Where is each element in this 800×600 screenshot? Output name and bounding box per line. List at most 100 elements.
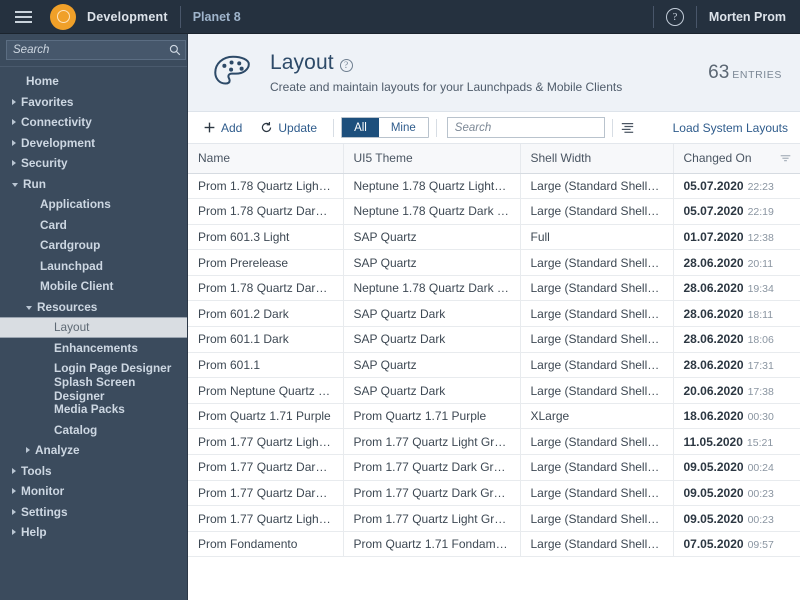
cell-shell-width: Large (Standard Shell Width) xyxy=(520,198,674,225)
search-input[interactable] xyxy=(13,44,169,56)
update-button[interactable]: Update xyxy=(251,116,326,140)
cell-changed-on: 05.07.2020 22:19 xyxy=(673,198,800,225)
cell-changed-on: 01.07.2020 12:38 xyxy=(673,224,800,251)
chevron-right-icon[interactable] xyxy=(12,488,16,495)
column-header-name[interactable]: Name xyxy=(188,144,344,174)
sidebar-item-label: Launchpad xyxy=(40,258,103,273)
chevron-right-icon[interactable] xyxy=(12,139,16,146)
table-row[interactable]: Prom 1.77 Quartz Dark Gre… Prom 1.77 Quar… xyxy=(188,480,800,507)
chevron-right-icon[interactable] xyxy=(12,160,16,167)
table-search-box[interactable] xyxy=(446,117,611,138)
sidebar-item-resources[interactable]: Resources xyxy=(0,297,187,318)
sidebar-item-enhancements[interactable]: Enhancements xyxy=(0,338,187,359)
add-button[interactable]: Add xyxy=(194,116,251,140)
sidebar-item-help[interactable]: Help xyxy=(0,522,187,543)
sidebar-item-catalog[interactable]: Catalog xyxy=(0,420,187,441)
changed-on-date: 07.05.2020 xyxy=(683,537,744,552)
brand-logo-icon[interactable] xyxy=(50,3,76,30)
hamburger-icon[interactable] xyxy=(6,0,40,34)
sidebar: Home Favorites Connectivity Development Secu… xyxy=(0,34,224,600)
sidebar-item-analyze[interactable]: Analyze xyxy=(0,440,187,461)
table-row[interactable]: Prom Neptune Quartz Dark SAP Quartz Dark L… xyxy=(188,377,800,404)
sidebar-item-label: Media Packs xyxy=(54,402,125,417)
sidebar-item-run[interactable]: Run xyxy=(0,174,187,195)
table-row[interactable]: Prom 601.1 SAP Quartz Large (Standard Shel… xyxy=(188,352,800,379)
table-row[interactable]: Prom 1.77 Quartz Dark Gre… Prom 1.77 Quar… xyxy=(188,454,800,481)
table-search-input[interactable] xyxy=(454,121,611,134)
sidebar-item-splash-screen-designer[interactable]: Splash Screen Designer xyxy=(0,375,187,403)
cell-name: Prom 1.78 Quartz Dark Blu… xyxy=(188,275,344,302)
chevron-right-icon[interactable] xyxy=(12,119,16,126)
help-icon[interactable]: ? xyxy=(665,7,684,26)
sidebar-item-label: Card xyxy=(40,217,67,232)
chevron-down-icon[interactable] xyxy=(26,305,32,310)
layout-table-container[interactable]: Name UI5 Theme Shell Width Changed On Pr… xyxy=(188,144,800,600)
toolbar-divider-3 xyxy=(611,118,613,137)
changed-on-date: 28.06.2020 xyxy=(683,281,744,296)
cell-name: Prom Fondamento xyxy=(188,531,344,558)
table-row[interactable]: Prom 1.77 Quartz Light Gre… Prom 1.77 Qua… xyxy=(188,505,800,532)
filter-mine-button[interactable]: Mine xyxy=(378,118,428,137)
sidebar-item-security[interactable]: Security xyxy=(0,153,187,174)
plus-icon xyxy=(204,122,215,133)
cell-shell-width: Large (Standard Shell Width) xyxy=(520,326,674,353)
chevron-down-icon[interactable] xyxy=(12,182,18,187)
sidebar-search-box[interactable] xyxy=(6,40,186,60)
table-row[interactable]: Prom Quartz 1.71 Purple Prom Quartz 1.71 … xyxy=(188,403,800,430)
sidebar-item-label: Analyze xyxy=(35,443,80,458)
sidebar-item-monitor[interactable]: Monitor xyxy=(0,481,187,502)
chevron-right-icon[interactable] xyxy=(12,529,16,536)
sidebar-item-label: Development xyxy=(21,135,96,150)
cell-shell-width: Full xyxy=(520,224,674,251)
load-system-layouts-link[interactable]: Load System Layouts xyxy=(673,121,788,135)
sidebar-item-card[interactable]: Card xyxy=(0,215,187,236)
sidebar-item-favorites[interactable]: Favorites xyxy=(0,92,187,113)
column-header-shell-width[interactable]: Shell Width xyxy=(520,144,674,174)
project-name[interactable]: Planet 8 xyxy=(193,10,241,24)
table-row[interactable]: Prom Fondamento Prom Quartz 1.71 Fondamen… xyxy=(188,531,800,558)
column-header-theme[interactable]: UI5 Theme xyxy=(343,144,521,174)
sidebar-item-mobile-client[interactable]: Mobile Client xyxy=(0,276,187,297)
table-row[interactable]: Prom 1.78 Quartz Light Blue Neptune 1.78 … xyxy=(188,173,800,200)
filter-icon[interactable] xyxy=(780,154,791,163)
sidebar-item-applications[interactable]: Applications xyxy=(0,194,187,215)
table-row[interactable]: Prom 1.78 Quartz Dark Blue Neptune 1.78 Q… xyxy=(188,198,800,225)
cell-name: Prom 1.78 Quartz Dark Blue xyxy=(188,198,344,225)
chevron-right-icon[interactable] xyxy=(12,98,16,105)
sidebar-item-launchpad[interactable]: Launchpad xyxy=(0,256,187,277)
brand-name[interactable]: Development xyxy=(87,10,168,24)
sidebar-item-label: Home xyxy=(26,74,59,89)
sidebar-item-cardgroup[interactable]: Cardgroup xyxy=(0,235,187,256)
page-title-help-icon[interactable]: ? xyxy=(339,58,353,72)
sidebar-item-label: Enhancements xyxy=(54,340,138,355)
table-row[interactable]: Prom Prerelease SAP Quartz Large (Standard… xyxy=(188,249,800,276)
sidebar-item-home[interactable]: Home xyxy=(0,71,187,92)
cell-theme: SAP Quartz Dark xyxy=(343,326,521,353)
column-settings-icon[interactable] xyxy=(620,121,635,135)
toolbar-divider-2 xyxy=(435,118,437,137)
sidebar-item-development[interactable]: Development xyxy=(0,133,187,154)
sidebar-item-layout[interactable]: Layout xyxy=(0,317,187,338)
column-header-changed-on[interactable]: Changed On xyxy=(673,144,800,174)
cell-changed-on: 07.05.2020 09:57 xyxy=(673,531,800,558)
table-row[interactable]: Prom 1.77 Quartz Light Gre… Prom 1.77 Qua… xyxy=(188,428,800,456)
sidebar-item-connectivity[interactable]: Connectivity xyxy=(0,112,187,133)
table-row[interactable]: Prom 601.1 Dark SAP Quartz Dark Large (Sta… xyxy=(188,326,800,353)
filter-segmented-control: All Mine xyxy=(341,117,429,138)
sidebar-item-tools[interactable]: Tools xyxy=(0,461,187,482)
cell-theme: SAP Quartz xyxy=(343,352,521,379)
table-row[interactable]: Prom 1.78 Quartz Dark Blu… Neptune 1.78 Q… xyxy=(188,275,800,302)
sidebar-item-settings[interactable]: Settings xyxy=(0,502,187,523)
filter-all-button[interactable]: All xyxy=(342,118,379,137)
cell-theme: SAP Quartz Dark xyxy=(343,300,521,328)
table-row[interactable]: Prom 601.3 Light SAP Quartz Full 01.07.2020… xyxy=(188,224,800,251)
cell-name: Prom 601.1 xyxy=(188,352,344,379)
table-row[interactable]: Prom 601.2 Dark SAP Quartz Dark Large (Sta… xyxy=(188,300,800,328)
chevron-right-icon[interactable] xyxy=(26,447,30,454)
page-header-texts: Layout ? Create and maintain layouts for… xyxy=(270,51,708,94)
cell-theme: Neptune 1.78 Quartz Light Blue xyxy=(343,173,521,200)
chevron-right-icon[interactable] xyxy=(12,508,16,515)
sidebar-item-media-packs[interactable]: Media Packs xyxy=(0,399,187,420)
user-menu[interactable]: Morten Prom xyxy=(709,10,786,24)
chevron-right-icon[interactable] xyxy=(12,467,16,474)
